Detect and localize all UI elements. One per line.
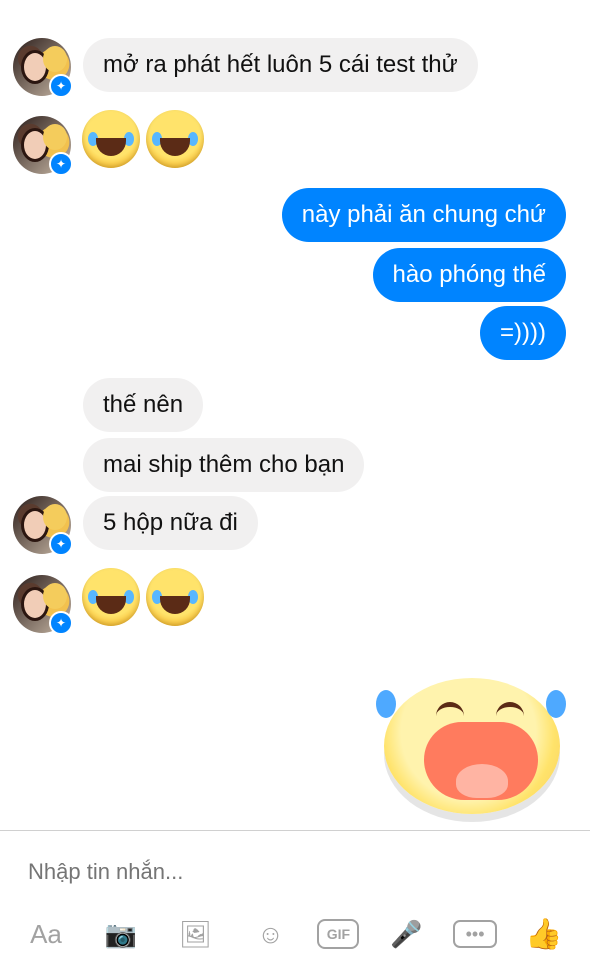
- tear-icon: [546, 690, 566, 718]
- text-format-button[interactable]: Aa: [18, 912, 74, 956]
- message-incoming[interactable]: mai ship thêm cho bạn: [83, 438, 365, 492]
- camera-icon[interactable]: 📷: [93, 912, 149, 956]
- messenger-badge-icon: ✦: [49, 532, 73, 556]
- gallery-icon[interactable]: 🖼: [168, 912, 224, 956]
- contact-avatar[interactable]: ✦: [13, 575, 73, 635]
- laugh-emoji-icon[interactable]: [82, 110, 140, 168]
- gif-label: GIF: [326, 926, 351, 942]
- message-input[interactable]: [26, 853, 550, 891]
- avatar-bear: [43, 46, 67, 72]
- sticker-tongue: [456, 764, 508, 798]
- message-outgoing[interactable]: này phải ăn chung chứ: [281, 188, 566, 242]
- messenger-badge-icon: ✦: [49, 74, 73, 98]
- emoji-mouth: [96, 138, 126, 156]
- avatar-bear: [43, 124, 67, 150]
- sticker-face: [384, 678, 560, 814]
- sticker-mouth: [424, 722, 538, 800]
- messenger-badge-icon: ✦: [49, 611, 73, 635]
- message-outgoing[interactable]: =)))): [480, 306, 566, 360]
- contact-avatar[interactable]: ✦: [13, 496, 73, 556]
- emoji-icon[interactable]: ☺: [243, 912, 299, 956]
- laugh-emoji-icon[interactable]: [146, 110, 204, 168]
- gif-icon[interactable]: GIF: [317, 919, 360, 949]
- laugh-emoji-icon[interactable]: [82, 568, 140, 626]
- message-composer: Aa 📷 🖼 ☺ GIF 🎤 ••• 👍: [0, 830, 590, 961]
- avatar-bear: [43, 583, 67, 609]
- top-spacer: [0, 0, 590, 10]
- avatar-bear: [43, 504, 67, 530]
- composer-toolbar: Aa 📷 🖼 ☺ GIF 🎤 ••• 👍: [0, 907, 590, 961]
- emoji-mouth: [96, 596, 126, 614]
- message-incoming[interactable]: thế nên: [83, 378, 204, 432]
- sticker-eye: [496, 702, 524, 717]
- more-icon[interactable]: •••: [453, 920, 498, 948]
- emoji-mouth: [160, 138, 190, 156]
- microphone-icon[interactable]: 🎤: [378, 912, 434, 956]
- message-incoming[interactable]: 5 hộp nữa đi: [83, 496, 258, 550]
- contact-avatar[interactable]: ✦: [13, 116, 73, 176]
- sticker-eye: [436, 702, 464, 717]
- messenger-badge-icon: ✦: [49, 152, 73, 176]
- big-laugh-sticker-icon[interactable]: [376, 672, 566, 822]
- message-outgoing[interactable]: hào phóng thế: [372, 248, 566, 302]
- tear-icon: [376, 690, 396, 718]
- message-incoming[interactable]: mở ra phát hết luôn 5 cái test thử: [83, 38, 478, 92]
- aa-label: Aa: [30, 918, 62, 949]
- chat-thread: ✦ mở ra phát hết luôn 5 cái test thử ✦ n…: [0, 0, 590, 830]
- contact-avatar[interactable]: ✦: [13, 38, 73, 98]
- like-icon[interactable]: 👍: [516, 912, 572, 956]
- emoji-mouth: [160, 596, 190, 614]
- laugh-emoji-icon[interactable]: [146, 568, 204, 626]
